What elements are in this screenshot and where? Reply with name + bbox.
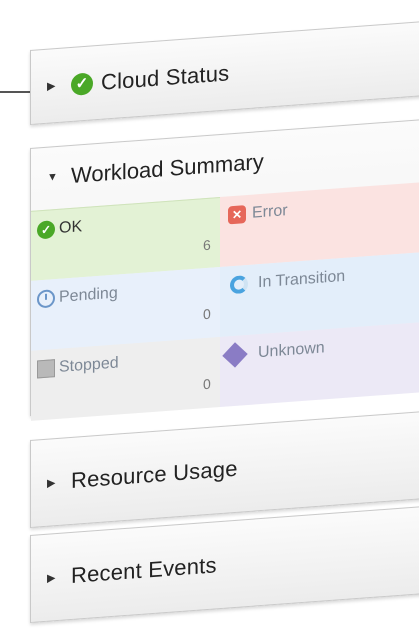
status-label: Error [252,202,288,222]
expand-arrow-icon: ▶ [47,80,56,93]
expand-arrow-icon: ▶ [47,571,56,585]
cloud-status-title: Cloud Status [101,59,230,95]
resource-usage-header[interactable]: ▶ Resource Usage [31,410,419,527]
workload-summary-title: Workload Summary [71,148,264,188]
unknown-icon [222,342,248,368]
workload-summary-panel: ▼ Workload Summary ✓ OK 6 ✕ Error 0 Pend… [30,117,419,421]
stopped-icon [37,359,55,379]
collapse-arrow-icon: ▼ [47,170,58,184]
status-label: In Transition [258,267,346,292]
resource-usage-title: Resource Usage [71,455,238,493]
pending-icon [37,289,55,309]
status-count: 6 [203,236,211,254]
dashboard-panels: ▶ ✓ Cloud Status ▼ Workload Summary ✓ OK… [30,0,419,644]
expand-arrow-icon: ▶ [47,476,56,490]
status-cell-stopped[interactable]: Stopped 0 [31,337,220,421]
status-count: 0 [203,305,211,323]
cloud-status-panel: ▶ ✓ Cloud Status [30,19,419,125]
status-label: OK [59,218,83,237]
workload-status-grid: ✓ OK 6 ✕ Error 0 Pending 0 In Transition… [31,180,419,421]
transition-icon [230,274,248,295]
status-label: Pending [59,284,118,306]
status-label: Stopped [59,354,119,376]
status-label: Unknown [258,339,325,362]
ok-icon: ✓ [37,220,55,240]
recent-events-title: Recent Events [71,552,217,588]
ok-status-icon: ✓ [71,71,93,96]
error-icon: ✕ [228,205,246,225]
status-count: 0 [203,375,211,393]
cloud-status-header[interactable]: ▶ ✓ Cloud Status [31,20,419,124]
